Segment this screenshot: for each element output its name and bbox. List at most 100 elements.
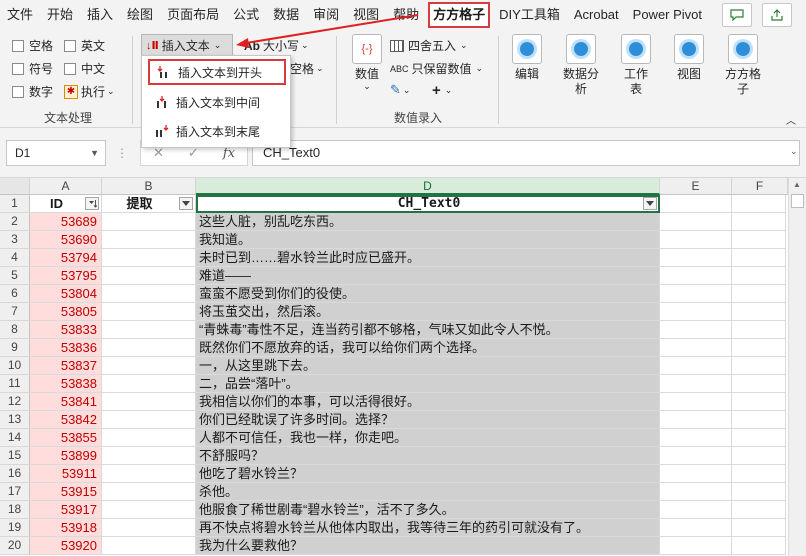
empty-cell[interactable] bbox=[660, 285, 732, 303]
column-header-a[interactable]: A bbox=[30, 178, 102, 195]
empty-cell[interactable] bbox=[732, 285, 786, 303]
text-cell[interactable]: 蛮蛮不愿受到你们的役使。 bbox=[196, 285, 660, 303]
empty-cell[interactable] bbox=[732, 411, 786, 429]
extract-cell[interactable] bbox=[102, 483, 196, 501]
row-header[interactable]: 19 bbox=[0, 519, 30, 537]
menu-item-insert-end[interactable]: 插入文本到末尾 bbox=[148, 118, 286, 144]
row-header[interactable]: 6 bbox=[0, 285, 30, 303]
text-cell[interactable]: 二，品尝“落叶”。 bbox=[196, 375, 660, 393]
extract-cell[interactable] bbox=[102, 231, 196, 249]
fangfanggezi-button[interactable]: 方方格子 bbox=[722, 34, 764, 97]
execute-button[interactable]: ✱ 执行 ⌄ bbox=[64, 83, 115, 100]
text-cell[interactable]: 将玉茧交出，然后滚。 bbox=[196, 303, 660, 321]
id-cell[interactable]: 53689 bbox=[30, 213, 102, 231]
extract-cell[interactable] bbox=[102, 519, 196, 537]
row-header[interactable]: 3 bbox=[0, 231, 30, 249]
text-cell[interactable]: “青蛛毒”毒性不足，连当药引都不够格，气味又如此令人不悦。 bbox=[196, 321, 660, 339]
filter-sort-icon[interactable] bbox=[85, 197, 99, 210]
row-header[interactable]: 8 bbox=[0, 321, 30, 339]
empty-cell[interactable] bbox=[732, 357, 786, 375]
empty-cell[interactable] bbox=[732, 267, 786, 285]
expand-formula-bar-icon[interactable]: ⌄ bbox=[790, 146, 798, 157]
id-cell[interactable]: 53690 bbox=[30, 231, 102, 249]
scroll-up-icon[interactable]: ▲ bbox=[793, 180, 801, 189]
edit-small-button[interactable]: ✎ ⌄ bbox=[390, 82, 410, 98]
column-header-b[interactable]: B bbox=[102, 178, 196, 195]
id-cell[interactable]: 53842 bbox=[30, 411, 102, 429]
row-header[interactable]: 16 bbox=[0, 465, 30, 483]
row-header[interactable]: 13 bbox=[0, 411, 30, 429]
worksheet-button[interactable]: 工作表 bbox=[618, 34, 654, 97]
extract-cell[interactable] bbox=[102, 537, 196, 555]
vertical-scrollbar[interactable]: ▲ bbox=[788, 178, 806, 556]
tab-insert[interactable]: 插入 bbox=[80, 0, 120, 30]
id-cell[interactable]: 53917 bbox=[30, 501, 102, 519]
empty-cell[interactable] bbox=[660, 267, 732, 285]
empty-cell[interactable] bbox=[660, 339, 732, 357]
tab-review[interactable]: 审阅 bbox=[306, 0, 346, 30]
text-cell[interactable]: 人都不可信任，我也一样，你走吧。 bbox=[196, 429, 660, 447]
tab-help[interactable]: 帮助 bbox=[386, 0, 426, 30]
text-cell[interactable]: 我相信以你们的本事，可以活得很好。 bbox=[196, 393, 660, 411]
id-cell[interactable]: 53911 bbox=[30, 465, 102, 483]
extract-cell[interactable] bbox=[102, 357, 196, 375]
text-cell[interactable]: 再不快点将碧水铃兰从他体内取出，我等待三年的药引可就没有了。 bbox=[196, 519, 660, 537]
tab-view[interactable]: 视图 bbox=[346, 0, 386, 30]
text-cell[interactable]: 我知道。 bbox=[196, 231, 660, 249]
column-header-d[interactable]: D bbox=[196, 178, 660, 195]
extract-cell[interactable] bbox=[102, 447, 196, 465]
text-cell[interactable]: 你们已经耽误了许多时间。选择？ bbox=[196, 411, 660, 429]
empty-cell[interactable] bbox=[660, 501, 732, 519]
tab-fangfanggezi[interactable]: 方方格子 bbox=[428, 2, 491, 28]
text-cell[interactable]: 一，从这里跳下去。 bbox=[196, 357, 660, 375]
edit-button[interactable]: 编辑 bbox=[510, 34, 544, 82]
text-cell[interactable]: 他服食了稀世剧毒“碧水铃兰”，活不了多久。 bbox=[196, 501, 660, 519]
extract-cell[interactable] bbox=[102, 375, 196, 393]
id-cell[interactable]: 53805 bbox=[30, 303, 102, 321]
id-cell[interactable]: 53833 bbox=[30, 321, 102, 339]
name-box[interactable]: D1 ▼ bbox=[6, 140, 106, 166]
id-cell[interactable]: 53838 bbox=[30, 375, 102, 393]
empty-cell[interactable] bbox=[732, 429, 786, 447]
empty-cell[interactable] bbox=[660, 393, 732, 411]
collapse-ribbon-icon[interactable]: ︿ bbox=[786, 112, 796, 127]
menu-item-insert-start[interactable]: 插入文本到开头 bbox=[148, 59, 286, 85]
plus-button[interactable]: + ⌄ bbox=[432, 82, 452, 99]
tab-home[interactable]: 开始 bbox=[40, 0, 80, 30]
extract-cell[interactable] bbox=[102, 465, 196, 483]
column-header-e[interactable]: E bbox=[660, 178, 732, 195]
row-header[interactable]: 11 bbox=[0, 375, 30, 393]
extract-cell[interactable] bbox=[102, 393, 196, 411]
header-cell-id[interactable]: ID bbox=[30, 195, 102, 213]
id-cell[interactable]: 53855 bbox=[30, 429, 102, 447]
cell-e1[interactable] bbox=[660, 195, 732, 213]
scroll-thumb[interactable] bbox=[791, 194, 804, 208]
text-cell[interactable]: 既然你们不愿放弃的话，我可以给你们两个选择。 bbox=[196, 339, 660, 357]
round-button[interactable]: 四舍五入 ⌄ bbox=[390, 37, 468, 54]
extract-cell[interactable] bbox=[102, 501, 196, 519]
id-cell[interactable]: 53836 bbox=[30, 339, 102, 357]
text-cell[interactable]: 不舒服吗？ bbox=[196, 447, 660, 465]
extract-cell[interactable] bbox=[102, 321, 196, 339]
column-header-f[interactable]: F bbox=[732, 178, 788, 195]
formula-input[interactable]: CH_Text0 bbox=[252, 140, 800, 166]
tab-power-pivot[interactable]: Power Pivot bbox=[626, 0, 709, 30]
menu-item-insert-middle[interactable]: 插入文本到中间 bbox=[148, 89, 286, 115]
checkbox-chinese[interactable]: 中文 bbox=[64, 60, 105, 77]
extract-cell[interactable] bbox=[102, 249, 196, 267]
row-header[interactable]: 2 bbox=[0, 213, 30, 231]
tab-formulas[interactable]: 公式 bbox=[226, 0, 266, 30]
empty-cell[interactable] bbox=[660, 249, 732, 267]
text-cell[interactable]: 未时已到……碧水铃兰此时应已盛开。 bbox=[196, 249, 660, 267]
extract-cell[interactable] bbox=[102, 285, 196, 303]
checkbox-space[interactable]: 空格 bbox=[12, 37, 53, 54]
row-header[interactable]: 20 bbox=[0, 537, 30, 555]
select-all-corner[interactable] bbox=[0, 178, 30, 195]
empty-cell[interactable] bbox=[732, 213, 786, 231]
tab-page-layout[interactable]: 页面布局 bbox=[160, 0, 226, 30]
empty-cell[interactable] bbox=[660, 429, 732, 447]
extract-cell[interactable] bbox=[102, 267, 196, 285]
case-button[interactable]: Ab 大小写 ⌄ bbox=[244, 37, 309, 54]
insert-text-button[interactable]: ↓Ⅱ 插入文本 ⌄ bbox=[141, 34, 233, 56]
value-button[interactable]: {-} 数值 ⌄ bbox=[348, 34, 386, 91]
